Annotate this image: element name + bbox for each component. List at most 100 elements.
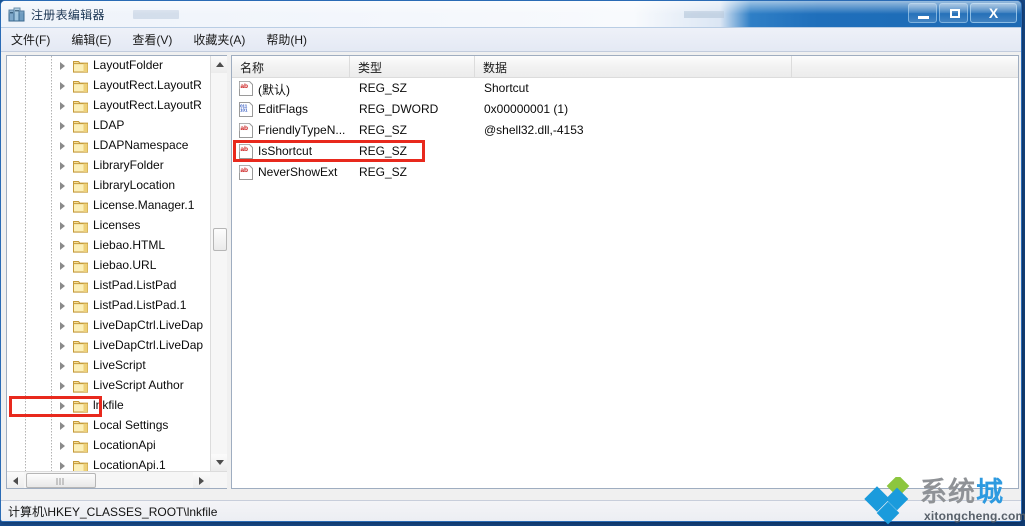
tree-item-listpad-listpad-1[interactable]: ListPad.ListPad.1 <box>7 296 210 316</box>
title-artifact-left <box>133 10 179 19</box>
folder-icon <box>73 259 88 273</box>
tree-expander-icon[interactable] <box>58 322 67 331</box>
tree-expander-icon[interactable] <box>58 102 67 111</box>
menu-view[interactable]: 查看(V) <box>132 29 183 50</box>
tree-expander-icon[interactable] <box>58 202 67 211</box>
menu-help[interactable]: 帮助(H) <box>266 29 318 50</box>
tree-vertical-scroll-thumb[interactable] <box>213 228 227 251</box>
tree-horizontal-scrollbar[interactable] <box>7 471 227 488</box>
tree-expander-icon[interactable] <box>58 342 67 351</box>
tree-expander-icon[interactable] <box>58 282 67 291</box>
tree-expander-icon[interactable] <box>58 462 67 471</box>
minimize-button[interactable] <box>908 3 937 23</box>
tree-expander-icon[interactable] <box>58 422 67 431</box>
folder-icon <box>73 81 88 93</box>
tree-expander-icon[interactable] <box>58 262 67 271</box>
tree-item-libraryfolder[interactable]: LibraryFolder <box>7 156 210 176</box>
tree-scroll-right-button[interactable] <box>193 472 210 488</box>
chevron-up-icon <box>215 62 224 67</box>
column-data[interactable]: 数据 <box>475 56 792 77</box>
tree-item-layoutfolder[interactable]: LayoutFolder <box>7 56 210 76</box>
tree-scroll-down-button[interactable] <box>211 454 227 471</box>
tree-item-layoutrect-layoutr[interactable]: LayoutRect.LayoutR <box>7 96 210 116</box>
tree-item-label: Liebao.URL <box>93 258 157 272</box>
tree-expander-icon[interactable] <box>58 122 67 131</box>
value-data: Shortcut <box>484 81 529 95</box>
table-row[interactable]: ab FriendlyTypeN... REG_SZ @shell32.dll,-41… <box>232 120 1018 141</box>
tree-item-ldapnamespace[interactable]: LDAPNamespace <box>7 136 210 156</box>
string-value-icon: ab <box>239 144 253 159</box>
value-name: IsShortcut <box>258 144 313 158</box>
tree-item-locationapi-1[interactable]: LocationApi.1 <box>7 456 210 471</box>
maximize-button[interactable] <box>939 3 968 23</box>
tree-expander-icon[interactable] <box>58 382 67 391</box>
tree-item-local-settings[interactable]: Local Settings <box>7 416 210 436</box>
registry-tree-pane[interactable]: LayoutFolder LayoutRect.LayoutR LayoutRect… <box>6 55 227 489</box>
panes-container: LayoutFolder LayoutRect.LayoutR LayoutRect… <box>6 55 1019 489</box>
table-row[interactable]: ab NeverShowExt REG_SZ <box>232 162 1018 183</box>
column-type[interactable]: 类型 <box>350 56 475 77</box>
tree-scroll-left-button[interactable] <box>7 472 24 488</box>
folder-icon <box>73 459 88 471</box>
tree-expander-icon[interactable] <box>58 82 67 91</box>
table-row[interactable]: 011 101 EditFlags REG_DWORD 0x00000001 (1) <box>232 99 1018 120</box>
menu-favorites[interactable]: 收藏夹(A) <box>193 29 256 50</box>
registry-editor-window: 注册表编辑器 X 文件(F) 编辑(E) 查看(V) 收藏夹(A) 帮助(H) <box>0 0 1022 522</box>
tree-expander-icon[interactable] <box>58 62 67 71</box>
close-button[interactable]: X <box>970 3 1017 23</box>
tree-expander-icon[interactable] <box>58 222 67 231</box>
tree-expander-icon[interactable] <box>58 242 67 251</box>
tree-scroll-up-button[interactable] <box>211 56 227 73</box>
tree-item-livedapctrl-livedap[interactable]: LiveDapCtrl.LiveDap <box>7 336 210 356</box>
tree-expander-icon[interactable] <box>58 142 67 151</box>
folder-icon <box>73 221 88 233</box>
tree-expander-icon[interactable] <box>58 442 67 451</box>
tree-expander-icon[interactable] <box>58 402 67 411</box>
table-row[interactable]: ab (默认) REG_SZ Shortcut <box>232 78 1018 99</box>
tree-expander-icon[interactable] <box>58 362 67 371</box>
registry-values-pane[interactable]: 名称 类型 数据 ab (默认) REG_SZ Shortcut 011 101 EditF… <box>231 55 1019 489</box>
tree-item-licenses[interactable]: Licenses <box>7 216 210 236</box>
folder-icon <box>73 199 88 213</box>
folder-icon <box>73 399 88 413</box>
menu-edit[interactable]: 编辑(E) <box>71 29 122 50</box>
tree-item-librarylocation[interactable]: LibraryLocation <box>7 176 210 196</box>
tree-item-liebao-html[interactable]: Liebao.HTML <box>7 236 210 256</box>
menubar: 文件(F) 编辑(E) 查看(V) 收藏夹(A) 帮助(H) <box>1 28 1021 52</box>
tree-item-label: LocationApi.1 <box>93 458 166 471</box>
tree-expander-icon[interactable] <box>58 182 67 191</box>
tree-item-livescript[interactable]: LiveScript <box>7 356 210 376</box>
tree-item-lnkfile[interactable]: lnkfile <box>7 396 210 417</box>
tree-item-livescript-author[interactable]: LiveScript Author <box>7 376 210 396</box>
tree-vertical-scrollbar[interactable] <box>210 56 227 471</box>
folder-icon <box>73 239 88 253</box>
menu-file[interactable]: 文件(F) <box>11 29 61 50</box>
folder-icon <box>73 201 88 213</box>
folder-icon <box>73 461 88 471</box>
tree-horizontal-scroll-thumb[interactable] <box>26 473 96 488</box>
tree-item-ldap[interactable]: LDAP <box>7 116 210 136</box>
string-value-icon: ab <box>239 123 253 138</box>
tree-expander-icon[interactable] <box>58 302 67 311</box>
table-row[interactable]: ab IsShortcut REG_SZ <box>232 140 1018 162</box>
column-name[interactable]: 名称 <box>232 56 350 77</box>
folder-icon <box>73 299 88 313</box>
folder-icon <box>73 79 88 93</box>
tree-item-liebao-url[interactable]: Liebao.URL <box>7 256 210 276</box>
folder-icon <box>73 339 88 353</box>
tree-item-license-manager-1[interactable]: License.Manager.1 <box>7 196 210 216</box>
tree-item-livedapctrl-livedap[interactable]: LiveDapCtrl.LiveDap <box>7 316 210 336</box>
minimize-icon <box>918 16 929 19</box>
tree-item-label: ListPad.ListPad <box>93 278 177 292</box>
window-titlebar[interactable]: 注册表编辑器 X <box>1 1 1021 28</box>
values-column-header: 名称 类型 数据 <box>232 56 1018 78</box>
chevron-right-icon <box>199 476 204 485</box>
tree-item-listpad-listpad[interactable]: ListPad.ListPad <box>7 276 210 296</box>
tree-item-layoutrect-layoutr[interactable]: LayoutRect.LayoutR <box>7 76 210 96</box>
tree-item-label: Local Settings <box>93 418 169 432</box>
value-type: REG_SZ <box>359 81 408 95</box>
tree-expander-icon[interactable] <box>58 162 67 171</box>
tree-item-locationapi[interactable]: LocationApi <box>7 436 210 456</box>
tree-scrollport[interactable]: LayoutFolder LayoutRect.LayoutR LayoutRect… <box>7 56 210 471</box>
folder-icon <box>73 139 88 153</box>
